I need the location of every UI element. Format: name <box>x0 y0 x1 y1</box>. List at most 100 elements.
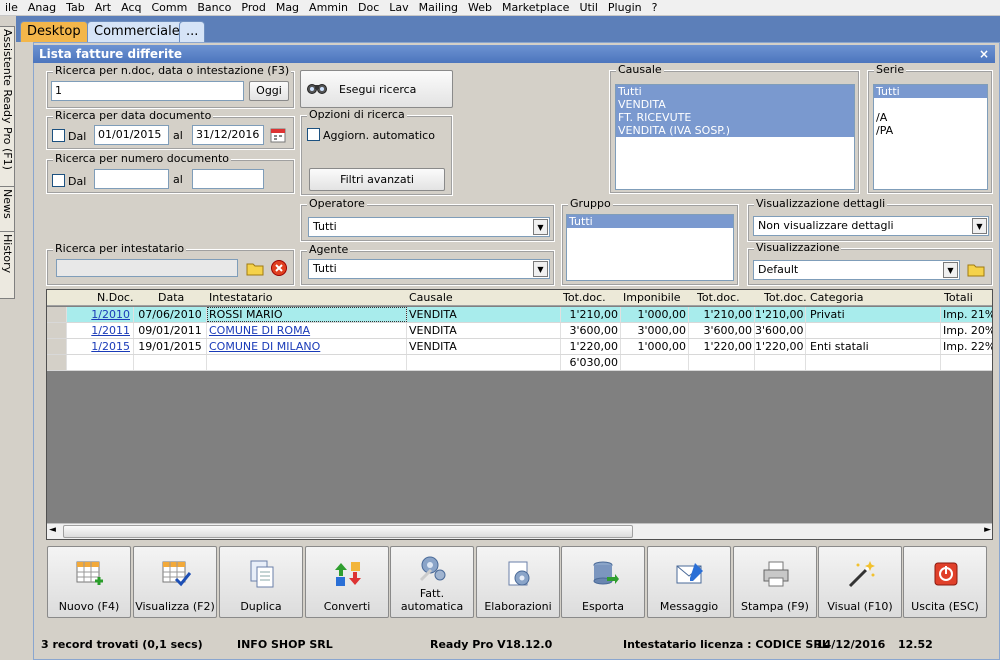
serie-item-tutti[interactable]: Tutti <box>874 85 987 98</box>
menu-acq[interactable]: Acq <box>116 0 146 15</box>
col-intestatario[interactable]: Intestatario <box>209 290 272 306</box>
chevron-down-icon[interactable]: ▼ <box>943 262 958 278</box>
operatore-select[interactable]: Tutti ▼ <box>308 217 550 237</box>
causale-item-ft-ricevute[interactable]: FT. RICEVUTE <box>616 111 854 124</box>
menu-comm[interactable]: Comm <box>147 0 193 15</box>
menu-banco[interactable]: Banco <box>192 0 236 15</box>
serie-listbox[interactable]: Tutti /A /PA <box>873 84 988 190</box>
col-ndoc[interactable]: N.Doc. <box>97 290 133 306</box>
scroll-thumb[interactable] <box>63 525 633 538</box>
menu-mag[interactable]: Mag <box>271 0 304 15</box>
export-button[interactable]: Esporta <box>561 546 645 618</box>
row-selector[interactable] <box>47 307 67 322</box>
execute-search-button[interactable]: Esegui ricerca <box>300 70 453 108</box>
table-row[interactable]: 1/2015 19/01/2015 COMUNE DI MILANO VENDI… <box>47 339 992 355</box>
folder-icon[interactable] <box>967 261 985 277</box>
convert-button[interactable]: Converti <box>305 546 389 618</box>
exit-button[interactable]: Uscita (ESC) <box>903 546 987 618</box>
cell-intestatario[interactable]: COMUNE DI MILANO <box>207 339 407 354</box>
table-row[interactable]: 1/2011 09/01/2011 COMUNE DI ROMA VENDITA… <box>47 323 992 339</box>
number-from-input[interactable] <box>94 169 169 189</box>
menu-anag[interactable]: Anag <box>23 0 61 15</box>
serie-item-a[interactable]: /A <box>874 111 987 124</box>
causale-item-vendita-iva-sosp[interactable]: VENDITA (IVA SOSP.) <box>616 124 854 137</box>
new-button[interactable]: Nuovo (F4) <box>47 546 131 618</box>
cell-intestatario[interactable]: ROSSI MARIO <box>207 307 407 322</box>
chevron-down-icon[interactable]: ▼ <box>533 261 548 277</box>
date-to-input[interactable]: 31/12/2016 <box>192 125 264 145</box>
row-selector[interactable] <box>47 339 67 354</box>
col-causale[interactable]: Causale <box>409 290 453 306</box>
causale-listbox[interactable]: Tutti VENDITA FT. RICEVUTE VENDITA (IVA … <box>615 84 855 190</box>
close-icon[interactable]: × <box>979 45 989 63</box>
scroll-left-icon[interactable]: ◄ <box>49 525 56 535</box>
print-button[interactable]: Stampa (F9) <box>733 546 817 618</box>
row-selector[interactable] <box>47 323 67 338</box>
auto-refresh-checkbox[interactable] <box>307 128 320 141</box>
binoculars-icon <box>307 84 327 94</box>
agente-select[interactable]: Tutti ▼ <box>308 259 550 279</box>
scroll-right-icon[interactable]: ► <box>984 525 991 535</box>
menu-ammin[interactable]: Ammin <box>304 0 353 15</box>
side-tab-history[interactable]: History <box>0 231 15 299</box>
col-imponibile[interactable]: Imponibile <box>623 290 681 306</box>
cell-ndoc[interactable]: 1/2011 <box>67 323 134 338</box>
menu-lav[interactable]: Lav <box>384 0 413 15</box>
menu-util[interactable]: Util <box>574 0 602 15</box>
causale-item-tutti[interactable]: Tutti <box>616 85 854 98</box>
col-data[interactable]: Data <box>158 290 184 306</box>
duplicate-button[interactable]: Duplica <box>219 546 303 618</box>
intestatario-input[interactable] <box>56 259 238 277</box>
menu-doc[interactable]: Doc <box>353 0 384 15</box>
calendar-icon[interactable] <box>270 127 286 143</box>
clear-icon[interactable] <box>270 259 288 277</box>
tab-commerciale[interactable]: Commerciale <box>87 21 187 42</box>
horizontal-scrollbar[interactable]: ◄ ► <box>47 523 992 539</box>
folder-icon[interactable] <box>246 260 264 276</box>
auto-invoice-button[interactable]: Fatt. automatica <box>390 546 474 618</box>
date-from-input[interactable]: 01/01/2015 <box>94 125 169 145</box>
side-tab-assistente[interactable]: Assistente Ready Pro (F1) <box>0 26 15 191</box>
col-totdoc[interactable]: Tot.doc. <box>563 290 606 306</box>
menu-file[interactable]: ile <box>0 0 23 15</box>
tab-more[interactable]: ... <box>179 21 206 42</box>
advanced-filters-button[interactable]: Filtri avanzati <box>309 168 445 191</box>
vis-dettagli-select[interactable]: Non visualizzare dettagli ▼ <box>753 216 989 236</box>
processing-button[interactable]: Elaborazioni <box>476 546 560 618</box>
number-to-input[interactable] <box>192 169 264 189</box>
menu-prod[interactable]: Prod <box>236 0 270 15</box>
serie-item-pa[interactable]: /PA <box>874 124 987 137</box>
cell-ndoc[interactable]: 1/2015 <box>67 339 134 354</box>
menu-help[interactable]: ? <box>647 0 663 15</box>
search-ndoc-input[interactable]: 1 <box>51 81 244 101</box>
menu-marketplace[interactable]: Marketplace <box>497 0 574 15</box>
menu-web[interactable]: Web <box>463 0 497 15</box>
chevron-down-icon[interactable]: ▼ <box>533 219 548 235</box>
gruppo-listbox[interactable]: Tutti <box>566 214 734 281</box>
cell-ndoc[interactable]: 1/2010 <box>67 307 134 322</box>
causale-item-vendita[interactable]: VENDITA <box>616 98 854 111</box>
view-button[interactable]: Visualizza (F2) <box>133 546 217 618</box>
serie-item-blank[interactable] <box>874 98 987 111</box>
tab-desktop[interactable]: Desktop <box>20 21 88 42</box>
invoice-grid: N.Doc. Data Intestatario Causale Tot.doc… <box>46 289 993 540</box>
visualizzazione-select[interactable]: Default ▼ <box>753 260 960 280</box>
table-row[interactable]: 1/2010 07/06/2010 ROSSI MARIO VENDITA 1'… <box>47 307 992 323</box>
menu-art[interactable]: Art <box>90 0 116 15</box>
cell-intestatario[interactable]: COMUNE DI ROMA <box>207 323 407 338</box>
date-dal-checkbox[interactable] <box>52 129 65 142</box>
menu-mailing[interactable]: Mailing <box>414 0 463 15</box>
menu-tab[interactable]: Tab <box>61 0 90 15</box>
today-button[interactable]: Oggi <box>249 81 289 101</box>
menu-plugin[interactable]: Plugin <box>603 0 647 15</box>
col-totdoc-3[interactable]: Tot.doc. <box>764 290 807 306</box>
message-button[interactable]: Messaggio <box>647 546 731 618</box>
side-tab-news[interactable]: News <box>0 186 15 234</box>
col-totdoc-2[interactable]: Tot.doc. <box>697 290 740 306</box>
chevron-down-icon[interactable]: ▼ <box>972 218 987 234</box>
gruppo-item-tutti[interactable]: Tutti <box>567 215 733 228</box>
col-categoria[interactable]: Categoria <box>810 290 864 306</box>
visual-button[interactable]: Visual (F10) <box>818 546 902 618</box>
col-totali[interactable]: Totali <box>944 290 973 306</box>
number-dal-checkbox[interactable] <box>52 174 65 187</box>
